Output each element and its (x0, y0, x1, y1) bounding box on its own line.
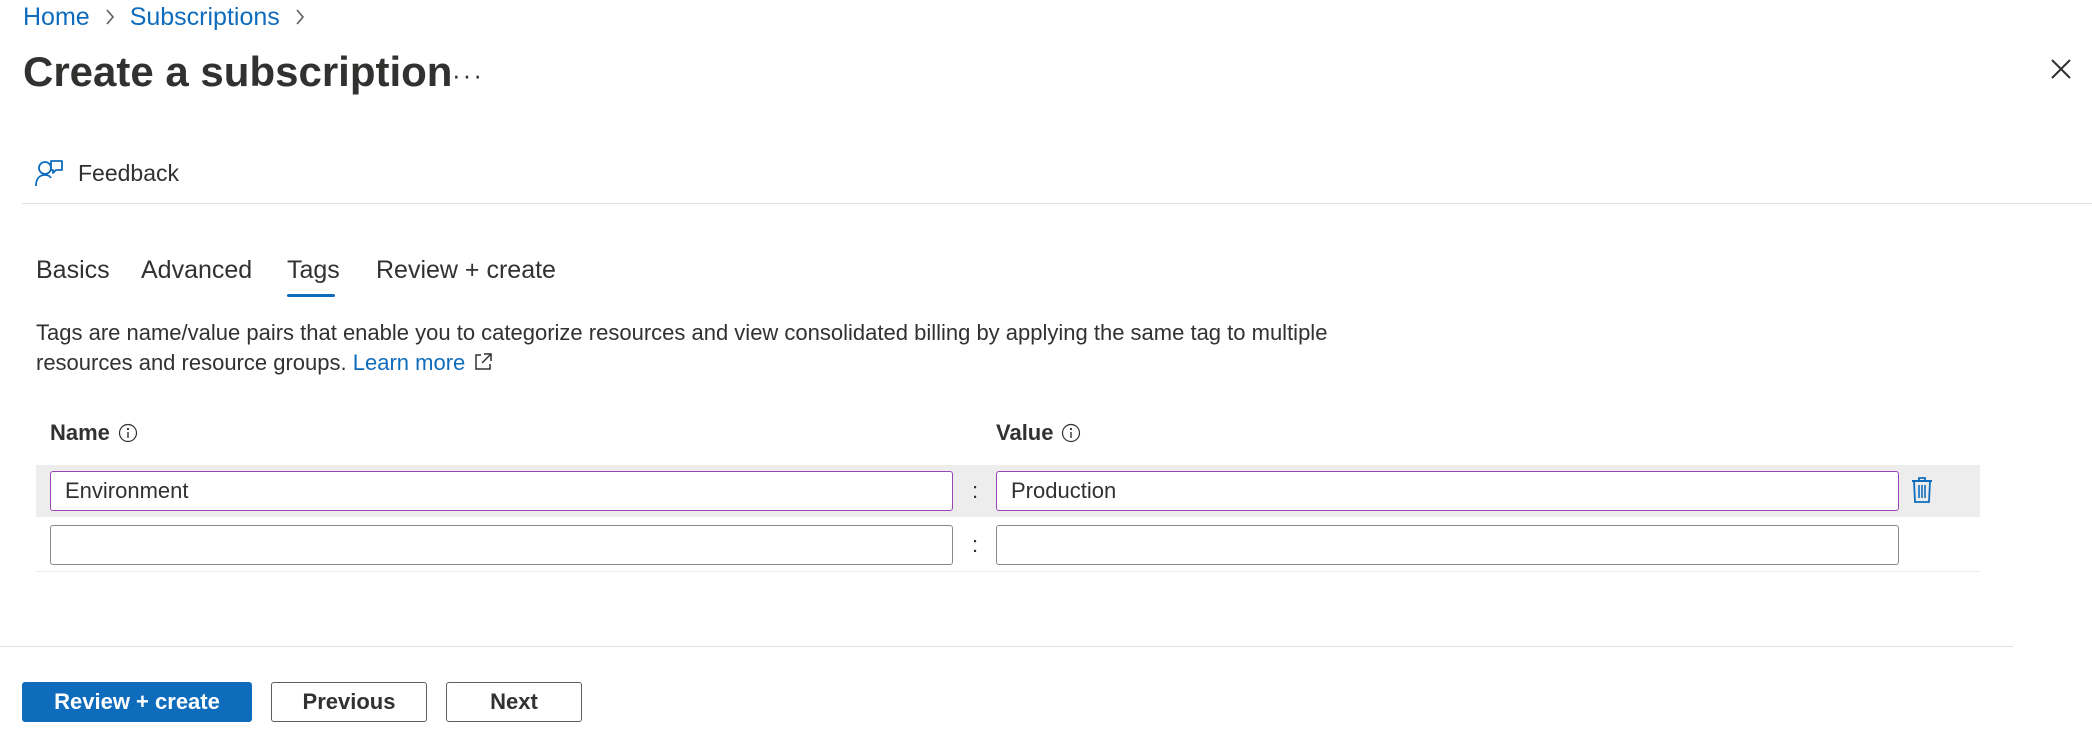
row-divider (36, 571, 1980, 572)
previous-button[interactable]: Previous (271, 682, 427, 722)
active-tab-indicator (287, 294, 335, 297)
footer-divider (0, 646, 2013, 647)
tag-value-input[interactable] (996, 525, 1899, 565)
tag-value-input[interactable] (996, 471, 1899, 511)
close-icon[interactable] (2050, 58, 2072, 85)
feedback-icon (34, 158, 64, 188)
name-value-separator: : (972, 532, 979, 557)
learn-more-link[interactable]: Learn more (353, 350, 494, 375)
external-link-icon (473, 350, 493, 380)
tab-basics[interactable]: Basics (36, 254, 110, 286)
commandbar-divider (22, 203, 2092, 204)
next-button[interactable]: Next (446, 682, 582, 722)
breadcrumb: Home Subscriptions (23, 0, 320, 34)
info-icon[interactable] (118, 423, 138, 443)
breadcrumb-home-link[interactable]: Home (23, 3, 90, 32)
breadcrumb-subscriptions-link[interactable]: Subscriptions (130, 3, 280, 32)
tab-advanced[interactable]: Advanced (141, 254, 252, 286)
page-title: Create a subscription (23, 48, 453, 95)
value-column-header: Value (996, 420, 1081, 446)
name-value-separator: : (972, 478, 979, 503)
name-column-header: Name (50, 420, 138, 446)
feedback-label: Feedback (78, 159, 180, 186)
chevron-right-icon (294, 8, 306, 26)
tag-name-input[interactable] (50, 525, 953, 565)
feedback-button[interactable]: Feedback (34, 155, 179, 191)
delete-icon[interactable] (1910, 476, 1934, 509)
description-text: Tags are name/value pairs that enable yo… (36, 320, 1328, 375)
tag-name-input[interactable] (50, 471, 953, 511)
review-create-button[interactable]: Review + create (22, 682, 252, 722)
tags-description: Tags are name/value pairs that enable yo… (36, 318, 1336, 380)
info-icon[interactable] (1061, 423, 1081, 443)
more-icon[interactable]: ··· (452, 60, 484, 91)
tab-review-create[interactable]: Review + create (376, 254, 556, 286)
chevron-right-icon (104, 8, 116, 26)
tab-tags[interactable]: Tags (287, 254, 340, 286)
